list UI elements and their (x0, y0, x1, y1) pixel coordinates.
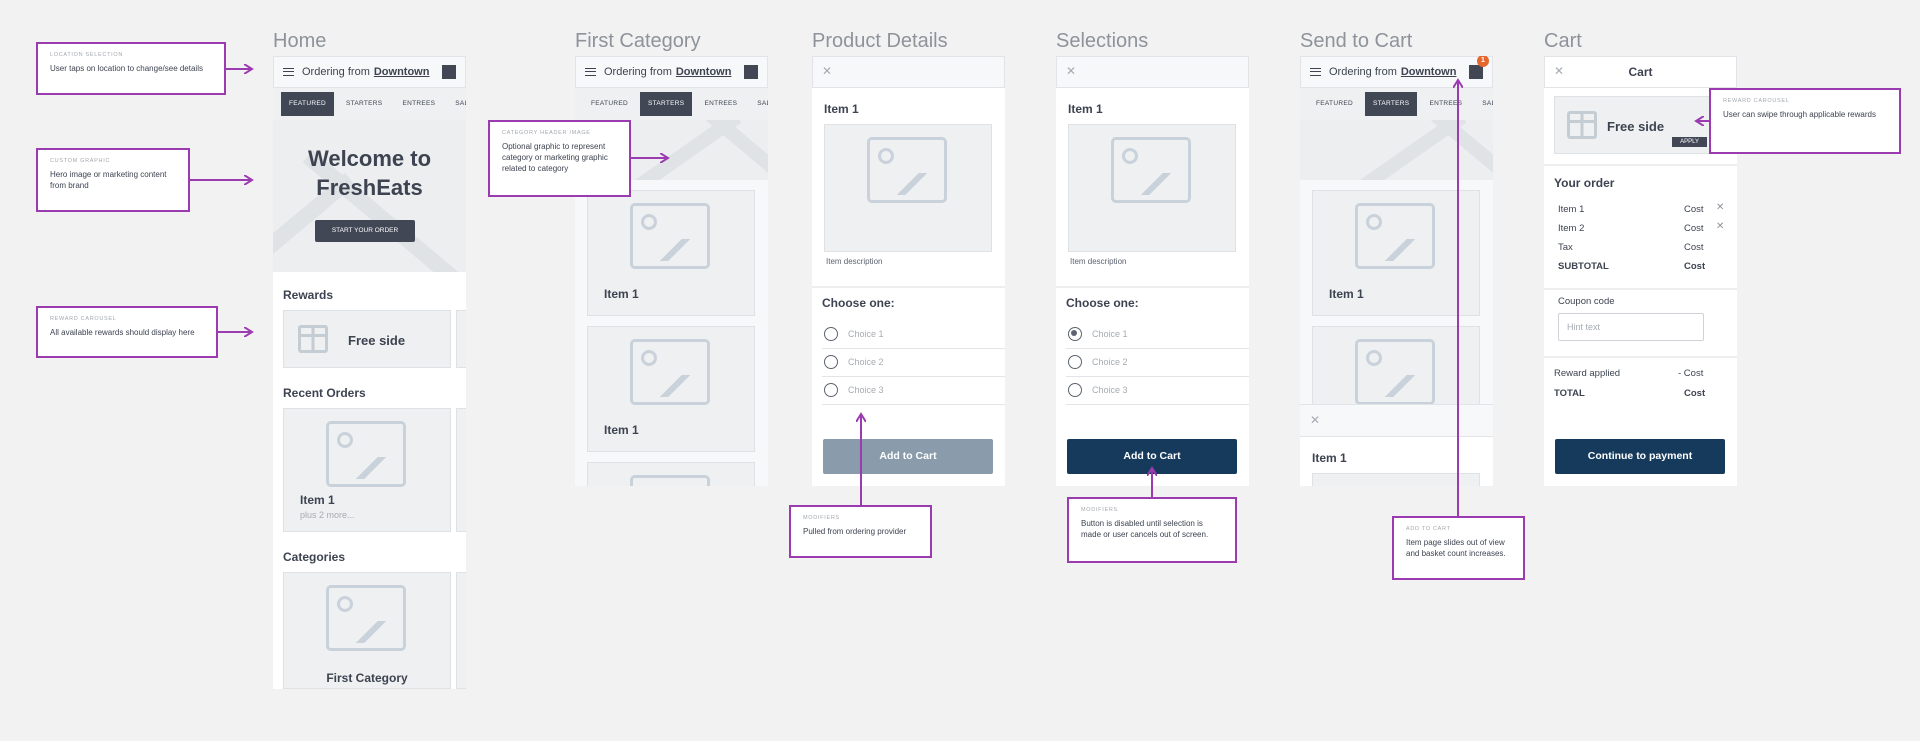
annotation-arrows (190, 0, 1709, 516)
